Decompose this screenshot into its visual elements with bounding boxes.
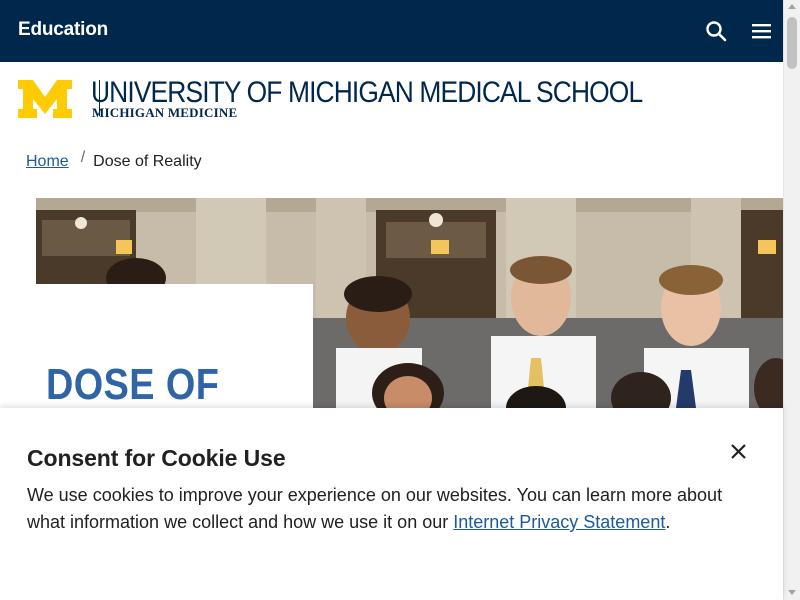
cookie-consent-banner: Consent for Cookie Use We use cookies to… <box>0 408 783 600</box>
site-section-title[interactable]: Education <box>18 19 108 41</box>
scroll-down-arrow-icon[interactable] <box>788 590 796 595</box>
scrollbar-thumb[interactable] <box>787 17 797 69</box>
top-navigation-bar: Education <box>0 0 783 62</box>
breadcrumb-current: Dose of Reality <box>93 153 202 170</box>
cookie-banner-title: Consent for Cookie Use <box>27 445 286 471</box>
privacy-statement-link[interactable]: Internet Privacy Statement <box>453 512 665 532</box>
page-heading: DOSE OF <box>46 360 220 409</box>
breadcrumb-separator: / <box>80 149 86 166</box>
breadcrumb-home-link[interactable]: Home <box>26 153 69 170</box>
hamburger-menu-icon[interactable] <box>748 20 774 44</box>
search-icon[interactable] <box>704 19 730 45</box>
cookie-text-after-link: . <box>665 512 671 532</box>
scroll-up-arrow-icon[interactable] <box>788 4 796 9</box>
breadcrumb: Home / Dose of Reality <box>26 149 202 171</box>
close-icon[interactable] <box>728 441 750 463</box>
page-scrollbar[interactable] <box>783 0 800 600</box>
cookie-banner-text: We use cookies to improve your experienc… <box>27 482 727 536</box>
block-m-logo-icon <box>18 80 72 118</box>
michigan-medicine-subtitle: MICHIGAN MEDICINE <box>92 105 238 120</box>
hero-title-card: DOSE OF <box>36 284 313 409</box>
